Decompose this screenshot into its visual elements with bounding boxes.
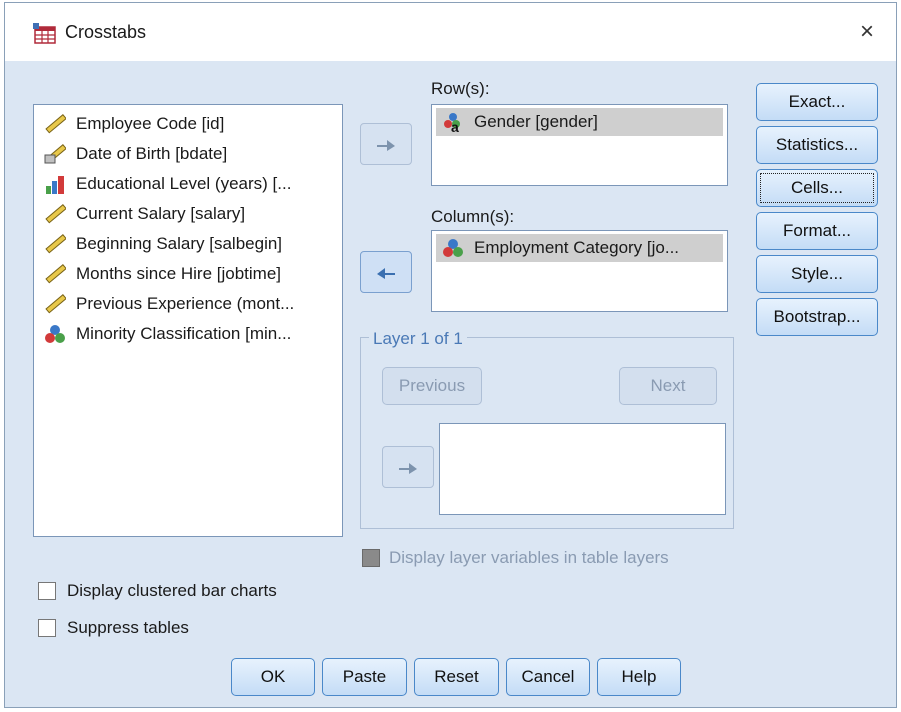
move-from-columns-button[interactable] bbox=[360, 251, 412, 293]
source-variable-item[interactable]: Beginning Salary [salbegin] bbox=[34, 229, 342, 259]
columns-label: Column(s): bbox=[431, 207, 515, 226]
bootstrap-button[interactable]: Bootstrap... bbox=[756, 298, 878, 336]
suppress-tables-label: Suppress tables bbox=[67, 618, 189, 637]
scale-ruler-icon bbox=[45, 204, 66, 224]
scale-ruler-icon bbox=[45, 264, 66, 284]
crosstabs-app-icon bbox=[33, 23, 56, 44]
source-variable-label: Educational Level (years) [... bbox=[76, 174, 292, 193]
scale-ruler-icon bbox=[45, 114, 66, 134]
exact-button[interactable]: Exact... bbox=[756, 83, 878, 121]
arrow-left-icon bbox=[377, 266, 395, 279]
source-variable-label: Beginning Salary [salbegin] bbox=[76, 234, 283, 253]
style-button[interactable]: Style... bbox=[756, 255, 878, 293]
rows-variable-item[interactable]: a Gender [gender] bbox=[436, 108, 723, 136]
format-button[interactable]: Format... bbox=[756, 212, 878, 250]
source-variable-label: Months since Hire [jobtime] bbox=[76, 264, 282, 283]
display-layer-vars-label: Display layer variables in table layers bbox=[389, 548, 669, 567]
source-variable-item[interactable]: Employee Code [id] bbox=[34, 109, 342, 139]
columns-variable-item[interactable]: Employment Category [jo... bbox=[436, 234, 723, 262]
rows-variable-label: Gender [gender] bbox=[474, 112, 598, 131]
source-variable-item[interactable]: Educational Level (years) [... bbox=[34, 169, 342, 199]
arrow-right-icon bbox=[377, 140, 395, 151]
nominal-balls-icon bbox=[443, 239, 463, 257]
svg-text:a: a bbox=[451, 119, 459, 132]
arrow-right-icon bbox=[399, 463, 417, 474]
title-bar: Crosstabs × bbox=[5, 3, 896, 61]
ok-button[interactable]: OK bbox=[231, 658, 315, 696]
rows-list[interactable]: a Gender [gender] bbox=[431, 104, 728, 186]
suppress-tables-checkbox[interactable] bbox=[38, 619, 56, 637]
crosstabs-dialog: Crosstabs × Employee Code [id] Date of B… bbox=[4, 2, 897, 708]
columns-list[interactable]: Employment Category [jo... bbox=[431, 230, 728, 312]
cells-button[interactable]: Cells... bbox=[756, 169, 878, 207]
help-button[interactable]: Help bbox=[597, 658, 681, 696]
close-button[interactable]: × bbox=[850, 15, 884, 49]
nominal-balls-icon bbox=[45, 325, 65, 343]
display-layer-vars-checkbox[interactable] bbox=[362, 549, 380, 567]
source-variable-list[interactable]: Employee Code [id] Date of Birth [bdate]… bbox=[33, 104, 343, 537]
layer-group-title: Layer 1 of 1 bbox=[369, 329, 467, 349]
window-title: Crosstabs bbox=[65, 22, 147, 42]
source-variable-item[interactable]: Minority Classification [min... bbox=[34, 319, 342, 349]
source-variable-item[interactable]: Months since Hire [jobtime] bbox=[34, 259, 342, 289]
source-variable-label: Previous Experience (mont... bbox=[76, 294, 295, 313]
source-variable-item[interactable]: Date of Birth [bdate] bbox=[34, 139, 342, 169]
nominal-string-icon: a bbox=[444, 113, 460, 132]
previous-layer-button[interactable]: Previous bbox=[382, 367, 482, 405]
next-layer-button[interactable]: Next bbox=[619, 367, 717, 405]
cancel-button[interactable]: Cancel bbox=[506, 658, 590, 696]
date-ruler-icon bbox=[44, 144, 66, 164]
columns-variable-label: Employment Category [jo... bbox=[474, 238, 680, 257]
move-to-layer-button[interactable] bbox=[382, 446, 434, 488]
ordinal-bars-icon bbox=[46, 176, 64, 194]
scale-ruler-icon bbox=[45, 294, 66, 314]
source-variable-label: Current Salary [salary] bbox=[76, 204, 246, 223]
source-variable-label: Date of Birth [bdate] bbox=[76, 144, 228, 163]
paste-button[interactable]: Paste bbox=[322, 658, 407, 696]
rows-label: Row(s): bbox=[431, 79, 490, 98]
layer-list[interactable] bbox=[439, 423, 726, 515]
move-to-rows-button[interactable] bbox=[360, 123, 412, 165]
source-variable-item[interactable]: Current Salary [salary] bbox=[34, 199, 342, 229]
scale-ruler-icon bbox=[45, 234, 66, 254]
source-variable-item[interactable]: Previous Experience (mont... bbox=[34, 289, 342, 319]
source-variable-label: Employee Code [id] bbox=[76, 114, 225, 133]
reset-button[interactable]: Reset bbox=[414, 658, 499, 696]
clustered-bar-checkbox[interactable] bbox=[38, 582, 56, 600]
source-variable-label: Minority Classification [min... bbox=[76, 324, 292, 343]
statistics-button[interactable]: Statistics... bbox=[756, 126, 878, 164]
clustered-bar-label: Display clustered bar charts bbox=[67, 581, 277, 600]
